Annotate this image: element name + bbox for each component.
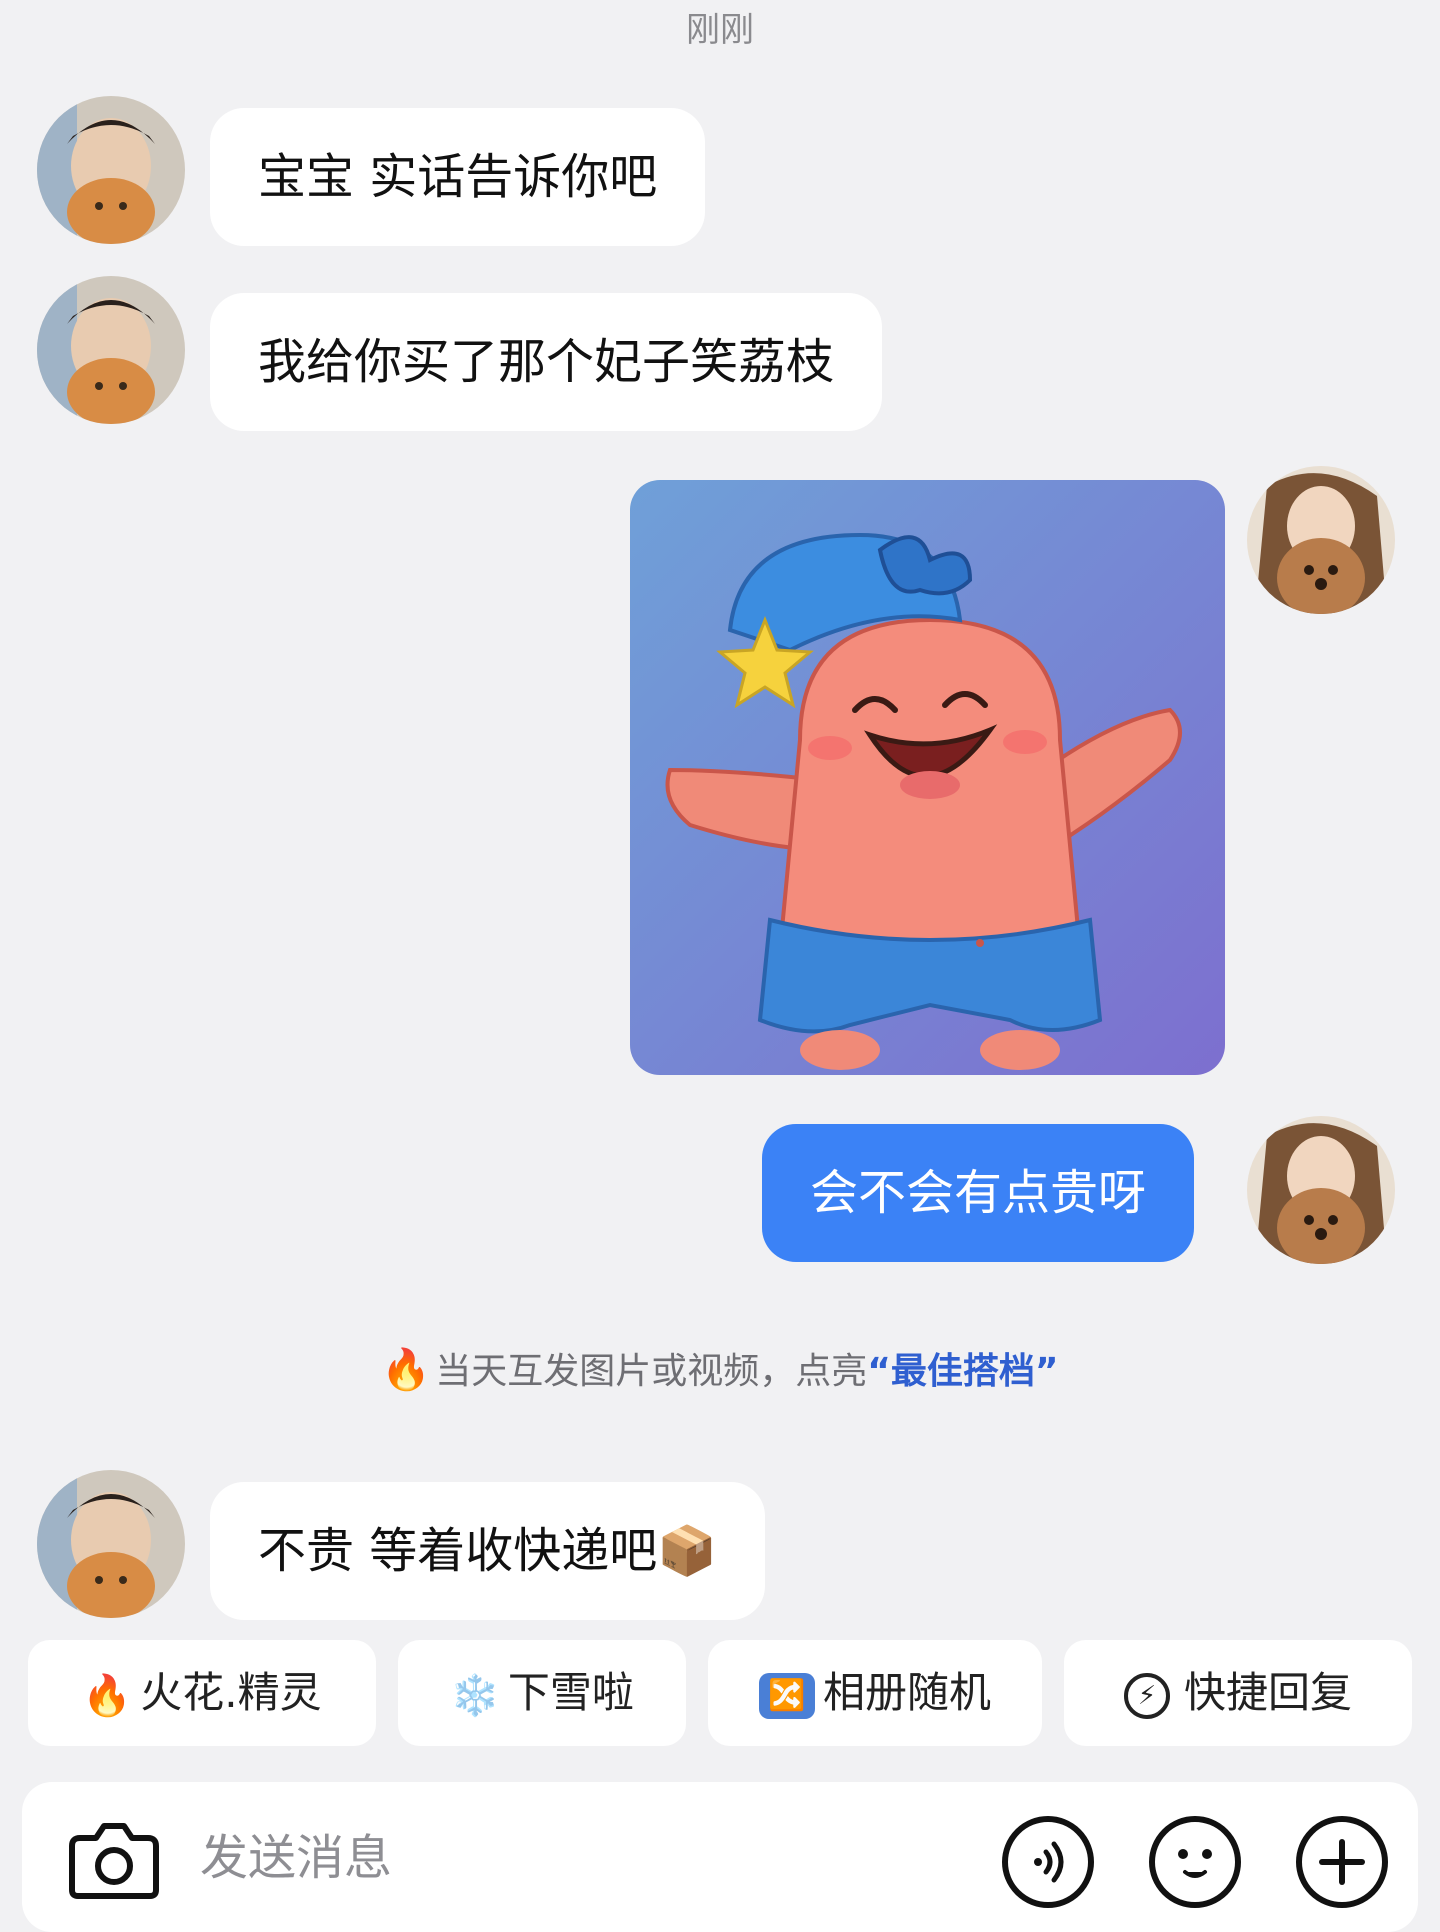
snowflake-icon: ❄️ (450, 1672, 500, 1719)
contact-avatar[interactable] (37, 276, 185, 424)
message-bubble-incoming[interactable]: 不贵 等着收快递吧📦 (210, 1482, 766, 1620)
chip-random-album[interactable]: 🔀 相册随机 (708, 1640, 1042, 1746)
message-bubble-incoming[interactable]: 宝宝 实话告诉你吧 (210, 108, 706, 246)
fire-icon: 🔥 (82, 1672, 133, 1719)
chip-label: 快捷回复 (1183, 1668, 1352, 1717)
my-avatar[interactable] (1247, 1116, 1395, 1264)
camera-icon[interactable] (66, 1820, 162, 1900)
message-bubble-outgoing[interactable]: 会不会有点贵呀 (762, 1124, 1195, 1262)
chip-label: 相册随机 (822, 1668, 991, 1717)
shuffle-icon: 🔀 (758, 1672, 815, 1719)
chip-quick-reply[interactable]: ⚡ 快捷回复 (1064, 1640, 1412, 1746)
chip-label: 下雪啦 (507, 1668, 634, 1717)
chip-label: 火花.精灵 (140, 1668, 322, 1717)
message-input[interactable] (200, 1818, 960, 1898)
best-partner-link[interactable]: “最佳搭档” (867, 1351, 1058, 1392)
quick-action-row: 🔥 火花.精灵 ❄️ 下雪啦 🔀 相册随机 ⚡ 快捷回复 (28, 1640, 1412, 1746)
plus-icon[interactable] (1296, 1816, 1388, 1908)
voice-icon[interactable] (1002, 1816, 1094, 1908)
fire-icon: 🔥 (381, 1347, 432, 1393)
contact-avatar[interactable] (37, 1470, 185, 1618)
sticker-image-message[interactable] (630, 480, 1225, 1075)
emoji-icon[interactable] (1149, 1816, 1241, 1908)
lightning-icon: ⚡ (1123, 1672, 1170, 1719)
chip-spark-elf[interactable]: 🔥 火花.精灵 (28, 1640, 376, 1746)
my-avatar[interactable] (1247, 466, 1395, 614)
chip-snowing[interactable]: ❄️ 下雪啦 (398, 1640, 686, 1746)
hint-text: 当天互发图片或视频，点亮 (435, 1351, 868, 1392)
contact-avatar[interactable] (37, 96, 185, 244)
message-bubble-incoming[interactable]: 我给你买了那个妃子笑荔枝 (210, 293, 883, 431)
chat-timestamp: 刚刚 (686, 10, 754, 50)
message-composer (22, 1782, 1418, 1932)
best-partner-hint: 🔥 当天互发图片或视频，点亮“最佳搭档” (0, 1342, 1440, 1394)
